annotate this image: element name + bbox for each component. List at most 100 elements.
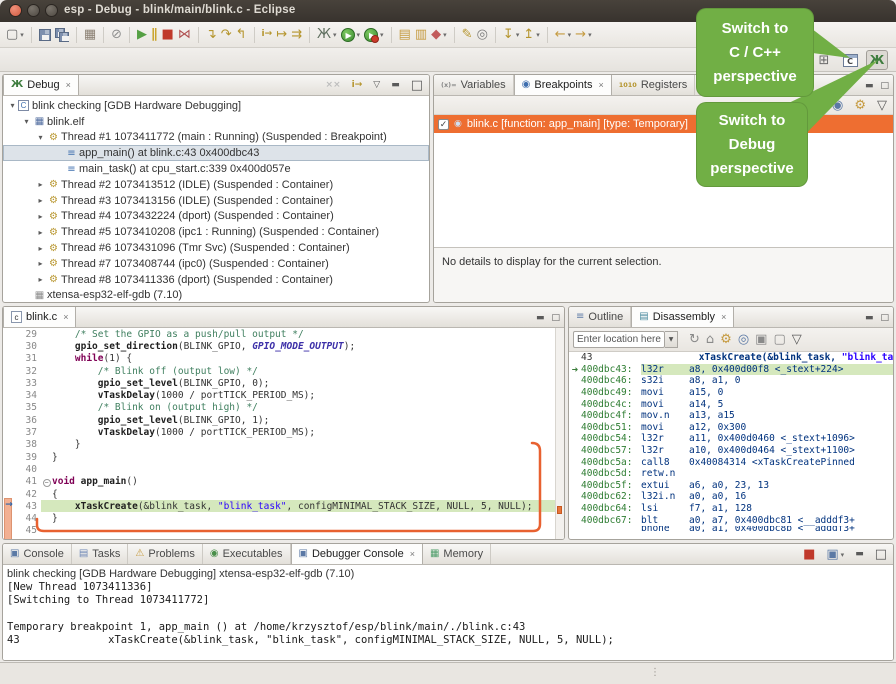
editor-line[interactable]: 40 (3, 463, 564, 475)
disassembly-listing[interactable]: 43 xTaskCreate(&blink_task, "blink_tas➜4… (569, 352, 893, 532)
new-cpp-item-button[interactable]: ▤ (397, 26, 413, 43)
debug-tree-row[interactable]: ▸⚙Thread #5 1073410208 (ipc1 : Running) … (3, 224, 429, 240)
step-over-button[interactable]: ↷ (219, 26, 234, 43)
twist-icon[interactable]: ▸ (35, 180, 46, 189)
dropdown-caret-icon[interactable]: ▾ (333, 31, 337, 39)
close-icon[interactable]: × (63, 312, 68, 322)
editor-line[interactable]: 39} (3, 451, 564, 463)
disassembly-row[interactable]: 400dbc54:l32ra11, 0x400d0460 <_stext+109… (569, 433, 893, 445)
view-menu-button[interactable]: ▽ (790, 331, 804, 348)
annotation-ruler-cell[interactable] (3, 340, 15, 352)
tab-memory[interactable]: ▦Memory (423, 544, 491, 564)
external-tools-button[interactable]: ▶▾ (362, 27, 386, 43)
annotation-ruler-cell[interactable] (3, 353, 15, 365)
annotation-ruler-cell[interactable] (3, 328, 15, 340)
annotation-ruler-cell[interactable] (3, 426, 15, 438)
annotation-ruler-cell[interactable] (3, 389, 15, 401)
dropdown-caret-icon[interactable]: ▾ (516, 31, 520, 39)
disassembly-row[interactable]: 400dbc46:s32ia8, a1, 0 (569, 375, 893, 387)
disassembly-row[interactable]: 400dbc4c:movia14, 5 (569, 398, 893, 410)
view-menu-button[interactable]: ▽ (371, 77, 382, 94)
twist-icon[interactable]: ▸ (35, 196, 46, 205)
disconnect-button[interactable]: ⋈ (176, 26, 193, 43)
terminate-console-button[interactable]: ■ (801, 546, 817, 563)
save-button[interactable] (37, 28, 53, 42)
tab-debugger-console[interactable]: ▣Debugger Console× (291, 544, 423, 564)
debug-tree-row[interactable]: ▸⚙Thread #2 1073413512 (IDLE) (Suspended… (3, 177, 429, 193)
skip-breakpoints-button[interactable]: ⊘ (109, 26, 124, 43)
dropdown-caret-icon[interactable]: ▾ (536, 31, 540, 39)
display-console-button[interactable]: ▣▾ (824, 546, 846, 563)
back-button[interactable]: ←▾ (553, 26, 573, 43)
editor-line[interactable]: 37 vTaskDelay(1000 / portTICK_PERIOD_MS)… (3, 426, 564, 438)
link-with-debug-toggle[interactable]: ⚙ (852, 97, 868, 114)
annotation-ruler-cell[interactable] (3, 365, 15, 377)
suspend-button[interactable]: ∥ (149, 26, 160, 43)
step-mode-button[interactable]: ⇉ (289, 26, 304, 43)
annotation-ruler-cell[interactable] (3, 463, 15, 475)
twist-icon[interactable]: ▸ (35, 259, 46, 268)
debug-tree-row[interactable]: ≡main_task() at cpu_start.c:339 0x400d05… (3, 161, 429, 177)
tab-blink-c[interactable]: cblink.c× (3, 307, 76, 327)
show-full-paths-toggle[interactable]: ◉ (830, 97, 845, 114)
close-icon[interactable]: × (721, 312, 726, 322)
minimize-button[interactable]: ▬ (853, 546, 866, 563)
disassembly-row[interactable]: 400dbc5f:extuia6, a0, 23, 13 (569, 480, 893, 492)
debug-tree-row[interactable]: ▦xtensa-esp32-elf-gdb (7.10) (3, 288, 429, 303)
debug-tree-row[interactable]: ▾▦blink.elf (3, 114, 429, 130)
disassembly-row[interactable]: 400dbc67:blta0, a7, 0x400dbc81 <__adddf3… (569, 514, 893, 526)
annotation-ruler-cell[interactable] (3, 525, 15, 537)
annotation-ruler-cell[interactable] (3, 402, 15, 414)
twist-icon[interactable]: ▸ (35, 228, 46, 237)
disassembly-row[interactable]: 400dbc51:movia12, 0x300 (569, 422, 893, 434)
close-icon[interactable]: × (410, 549, 415, 559)
step-into-button[interactable]: ↴ (204, 26, 219, 43)
tab-tasks[interactable]: ▤Tasks (72, 544, 129, 564)
pin-view-button[interactable]: ▢ (771, 331, 787, 348)
prev-annotation-button[interactable]: ↥▾ (521, 26, 541, 43)
dropdown-caret-icon[interactable]: ▾ (588, 31, 592, 39)
step-return-button[interactable]: ↰ (234, 26, 249, 43)
tab-disassembly[interactable]: ▤Disassembly× (631, 307, 734, 327)
disassembly-row[interactable]: 400dbc49:movia15, 0 (569, 387, 893, 399)
editor-line[interactable]: 36 gpio_set_level(BLINK_GPIO, 1); (3, 414, 564, 426)
disassembly-row[interactable]: 400dbc64:lsif7, a1, 128 (569, 503, 893, 515)
breakpoint-checkbox[interactable]: ✓ (438, 119, 449, 130)
view-menu-button[interactable]: ▽ (875, 97, 889, 114)
editor-line[interactable]: 42{ (3, 488, 564, 500)
twist-icon[interactable]: ▾ (35, 133, 46, 142)
debug-perspective-button[interactable]: Ж (866, 50, 888, 70)
follow-pc-toggle[interactable]: ⚙ (718, 331, 734, 348)
new-view-button[interactable]: ▣ (753, 331, 769, 348)
annotation-ruler-cell[interactable] (3, 439, 15, 451)
resume-button[interactable]: ▶ (135, 26, 149, 43)
annotation-ruler-cell[interactable] (3, 512, 15, 524)
refresh-button[interactable]: ↻ (687, 331, 702, 348)
sync-selection-toggle[interactable]: ◎ (736, 331, 751, 348)
disassembly-row[interactable]: ➜400dbc43:l32ra8, 0x400d00f8 <_stext+224… (569, 364, 893, 376)
close-icon[interactable]: × (598, 80, 603, 90)
tab-debug[interactable]: Ж Debug × (3, 75, 79, 95)
step-filters-button[interactable]: ↦ (274, 26, 289, 43)
editor-line[interactable]: 34 vTaskDelay(1000 / portTICK_PERIOD_MS)… (3, 389, 564, 401)
build-button[interactable]: ▦ (82, 26, 98, 43)
dropdown-caret-icon[interactable]: ▾ (380, 31, 384, 39)
tab-problems[interactable]: ⚠Problems (128, 544, 202, 564)
dropdown-caret-icon[interactable]: ▾ (841, 551, 845, 559)
console-output[interactable]: blink checking [GDB Hardware Debugging] … (3, 565, 893, 660)
debug-menu-button[interactable]: Ж▾ (315, 26, 339, 43)
debug-tree-row[interactable]: ▸⚙Thread #4 1073432224 (dport) (Suspende… (3, 209, 429, 225)
flash-target-button[interactable]: ◆▾ (429, 26, 449, 43)
editor-line[interactable]: 44} (3, 512, 564, 524)
editor-line[interactable]: 30 gpio_set_direction(BLINK_GPIO, GPIO_M… (3, 340, 564, 352)
annotation-ruler-cell[interactable]: → (3, 500, 15, 512)
annotation-ruler-cell[interactable] (3, 476, 15, 488)
window-maximize-button[interactable] (45, 4, 58, 17)
disassembly-row[interactable]: 400dbc4f:mov.na13, a15 (569, 410, 893, 422)
open-perspective-button[interactable]: ⊞ (813, 50, 835, 70)
debug-tree-row[interactable]: ▸⚙Thread #3 1073413156 (IDLE) (Suspended… (3, 193, 429, 209)
debug-tree[interactable]: ▾Cblink checking [GDB Hardware Debugging… (3, 96, 429, 303)
dropdown-caret-icon[interactable]: ▾ (568, 31, 572, 39)
sash-handle[interactable]: ⋮ (650, 667, 660, 678)
open-folder-button[interactable]: ▥ (413, 26, 429, 43)
